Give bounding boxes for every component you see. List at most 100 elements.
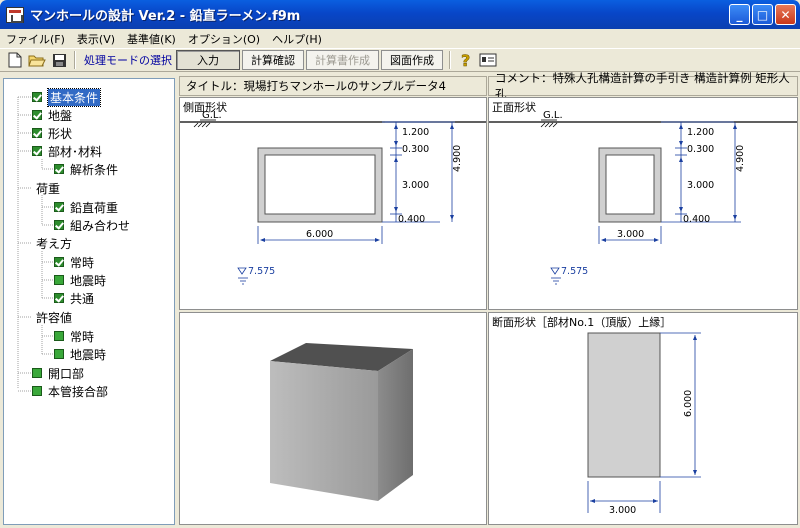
new-file-icon[interactable] [4,50,26,70]
input-mode-button[interactable]: 入力 [176,50,240,70]
toolbar-separator [449,51,451,69]
menu-help[interactable]: ヘルプ(H) [266,31,328,47]
tree-item-label: 荷重 [36,181,61,196]
window-title: マンホールの設計 Ver.2 - 鉛直ラーメン.f9m [30,9,301,24]
title-bar: マンホールの設計 Ver.2 - 鉛直ラーメン.f9m _ □ ✕ [0,0,800,29]
tree-item-loads[interactable]: 荷重 [36,179,60,197]
svg-text:0.400: 0.400 [398,214,425,225]
svg-text:6.000: 6.000 [306,229,333,240]
tree-item-main-pipe-joint[interactable]: 本管接合部 [32,382,108,400]
3d-view-pane[interactable] [179,312,487,525]
gl-label: G.L. [202,110,222,121]
svg-text:4.900: 4.900 [735,145,746,172]
svg-text:4.900: 4.900 [452,145,463,172]
svg-text:3.000: 3.000 [687,180,714,191]
tree-item-label: 組み合わせ [70,218,131,233]
tree-item-label: 鉛直荷重 [70,200,119,215]
tree-item-vertical-load[interactable]: 鉛直荷重 [54,198,118,216]
comment-header: コメント：特殊人孔構造計算の手引き 構造計算例 矩形人孔 [488,71,798,101]
svg-text:3.000: 3.000 [609,505,636,516]
tree-item-common[interactable]: 共通 [54,289,94,307]
tree-item-ground[interactable]: 地盤 [32,106,72,124]
tree-item-normal[interactable]: 常時 [54,253,94,271]
section-view-pane[interactable]: 断面形状［部材No.1（頂版）上縁］ 6.000 3.000 [488,312,798,525]
tree-item-label: 共通 [70,291,95,306]
toolbar-separator [74,51,76,69]
tree-item-label: 形状 [48,126,73,141]
checked-icon [54,220,64,230]
side-view-drawing: G.L. 1.200 0.300 3.000 0.400 4.900 6.000… [180,110,486,285]
3d-box-model [270,343,413,501]
tree-item-label: 部材･材料 [48,144,103,159]
tree-item-allowable-seismic[interactable]: 地震時 [54,345,106,363]
section-drawing: 6.000 3.000 [587,332,701,516]
menu-standard-values[interactable]: 基準値(K) [121,31,182,47]
tree-item-label: 常時 [70,255,95,270]
svg-text:?: ? [461,51,470,69]
tree-item-combination[interactable]: 組み合わせ [54,216,130,234]
svg-text:0.300: 0.300 [402,144,429,155]
tree-item-label: 地盤 [48,108,73,123]
tree-item-allowable-normal[interactable]: 常時 [54,327,94,345]
close-button[interactable]: ✕ [775,4,796,25]
tree-item-label: 地震時 [70,347,107,362]
calc-check-button[interactable]: 計算確認 [242,50,304,70]
unchecked-icon [54,275,64,285]
save-icon[interactable] [48,50,70,70]
checked-icon [32,110,42,120]
svg-text:1.200: 1.200 [402,127,429,138]
svg-text:7.575: 7.575 [561,266,588,277]
title-header: タイトル：現場打ちマンホールのサンプルデータ4 [179,76,487,96]
menu-view[interactable]: 表示(V) [71,31,121,47]
checked-icon [54,202,64,212]
mode-select-label: 処理モードの選択 [84,54,172,67]
tree-item-allowable[interactable]: 許容値 [36,308,72,326]
checked-icon [54,257,64,267]
tree-item-label: 本管接合部 [48,384,109,399]
side-view-pane[interactable]: 側面形状 G.L. 1.200 0.300 3.000 0.400 4.900 … [179,97,487,310]
svg-text:3.000: 3.000 [402,180,429,191]
toolbar: 処理モードの選択 入力 計算確認 計算書作成 図面作成 ? [0,48,800,72]
tree-item-label: 許容値 [36,310,73,325]
tree-item-approach[interactable]: 考え方 [36,234,72,252]
tree-item-seismic[interactable]: 地震時 [54,271,106,289]
menu-file[interactable]: ファイル(F) [0,31,71,47]
front-view-drawing: G.L. 1.200 0.300 3.000 0.400 4.900 3.000 [489,110,797,285]
tree-item-basic-conditions[interactable]: 基本条件 [32,87,102,107]
info-card-icon[interactable] [477,50,499,70]
tree-item-members-materials[interactable]: 部材･材料 [32,142,102,160]
svg-text:0.400: 0.400 [683,214,710,225]
calc-report-button[interactable]: 計算書作成 [306,50,379,70]
app-icon[interactable] [6,6,24,23]
checked-icon [32,92,42,102]
tree-item-shape[interactable]: 形状 [32,124,72,142]
tree-item-label: 地震時 [70,273,107,288]
tree-item-label: 考え方 [36,236,73,251]
tree-item-label: 開口部 [48,366,85,381]
svg-text:1.200: 1.200 [687,127,714,138]
checked-icon [32,146,42,156]
svg-text:3.000: 3.000 [617,229,644,240]
checked-icon [32,128,42,138]
svg-text:0.300: 0.300 [687,144,714,155]
front-view-pane[interactable]: 正面形状 G.L. 1.200 0.300 3.000 0.400 4.900 … [488,97,798,310]
tree-item-label: 常時 [70,329,95,344]
menu-options[interactable]: オプション(O) [182,31,266,47]
checked-icon [54,293,64,303]
maximize-button[interactable]: □ [752,4,773,25]
open-folder-icon[interactable] [26,50,48,70]
input-tree-panel: 基本条件 地盤 形状 部材･材料 解析条件 荷重 鉛直荷重 組み合わせ 考え方 … [3,78,175,525]
tree-item-label: 基本条件 [46,87,102,107]
menu-bar: ファイル(F) 表示(V) 基準値(K) オプション(O) ヘルプ(H) [0,29,800,48]
tree-item-analysis-conditions[interactable]: 解析条件 [54,160,118,178]
unchecked-icon [54,331,64,341]
help-icon[interactable]: ? [455,50,477,70]
checked-icon [54,164,64,174]
drawing-button[interactable]: 図面作成 [381,50,443,70]
unchecked-icon [32,368,42,378]
tree-item-opening[interactable]: 開口部 [32,364,84,382]
minimize-button[interactable]: _ [729,4,750,25]
svg-text:7.575: 7.575 [248,266,275,277]
svg-text:G.L.: G.L. [543,110,563,121]
tree-item-label: 解析条件 [70,162,119,177]
